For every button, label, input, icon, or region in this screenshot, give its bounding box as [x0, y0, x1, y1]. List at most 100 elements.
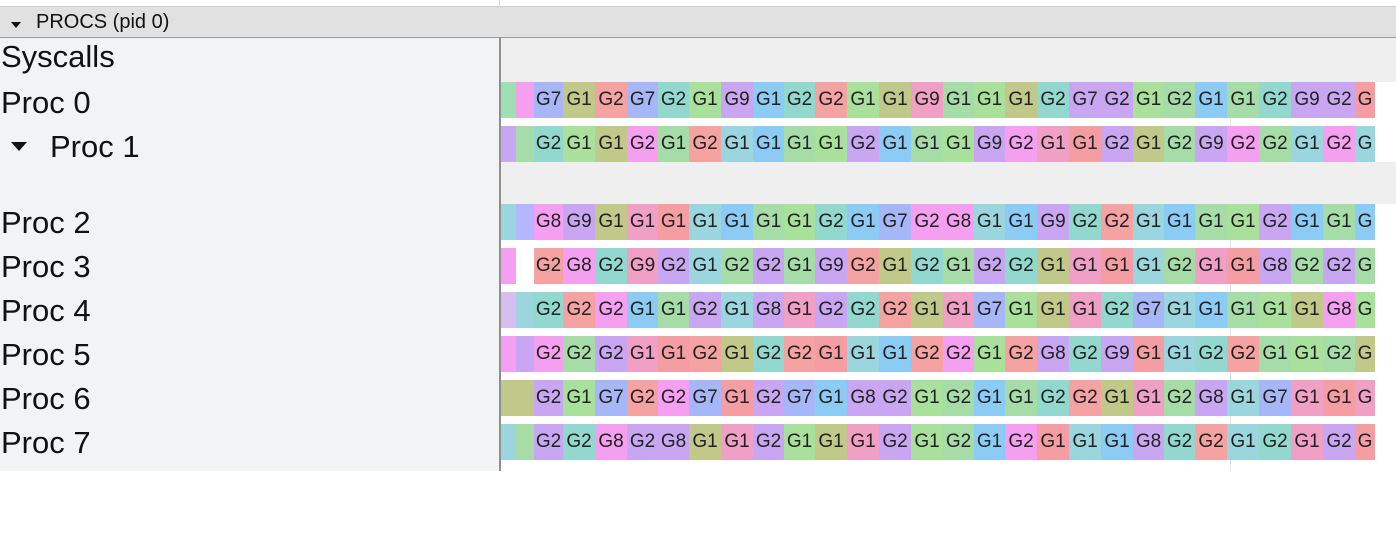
slice[interactable]: G1: [1323, 204, 1355, 240]
slice[interactable]: G2: [753, 248, 784, 284]
slice[interactable]: G1: [1227, 292, 1259, 328]
slice[interactable]: G2: [1005, 248, 1037, 284]
slice[interactable]: G1: [1259, 292, 1291, 328]
slice[interactable]: G1: [1133, 204, 1164, 240]
slice[interactable]: G1: [1037, 292, 1069, 328]
slice[interactable]: G1: [1005, 380, 1037, 416]
track-label[interactable]: Proc 2: [1, 205, 91, 241]
slice[interactable]: [516, 424, 534, 460]
slice[interactable]: G1: [1291, 292, 1323, 328]
slice[interactable]: G1: [815, 336, 847, 372]
slice[interactable]: G2: [879, 424, 911, 460]
slice[interactable]: G8: [1133, 424, 1164, 460]
slice[interactable]: G8: [1037, 336, 1069, 372]
slice[interactable]: G1: [1037, 424, 1069, 460]
slice[interactable]: G7: [1259, 380, 1291, 416]
slice[interactable]: G2: [1005, 336, 1037, 372]
slice[interactable]: G1: [1005, 204, 1037, 240]
slice[interactable]: G2: [1164, 424, 1195, 460]
slice[interactable]: G1: [595, 126, 627, 162]
slice[interactable]: G2: [1291, 248, 1323, 284]
slice[interactable]: G1: [1323, 380, 1355, 416]
slice[interactable]: G2: [1164, 248, 1195, 284]
slice[interactable]: G1: [721, 380, 753, 416]
slice[interactable]: G1: [1291, 380, 1323, 416]
slice[interactable]: G2: [911, 204, 943, 240]
slice[interactable]: G2: [847, 248, 879, 284]
slice[interactable]: G1: [974, 336, 1005, 372]
slice[interactable]: G2: [534, 248, 563, 284]
slice[interactable]: [501, 204, 516, 240]
slice[interactable]: G9: [563, 204, 595, 240]
slice[interactable]: G1: [753, 126, 784, 162]
track-label[interactable]: Syscalls: [1, 39, 115, 75]
slice[interactable]: G1: [1227, 248, 1259, 284]
slice[interactable]: G2: [563, 424, 595, 460]
slice[interactable]: G1: [1133, 248, 1164, 284]
slice[interactable]: G2: [534, 292, 563, 328]
slice[interactable]: G1: [721, 204, 753, 240]
slice[interactable]: G1: [815, 126, 847, 162]
slice[interactable]: G1: [815, 424, 847, 460]
slice[interactable]: G2: [784, 82, 815, 118]
slice[interactable]: G1: [1291, 424, 1323, 460]
slice[interactable]: G2: [1101, 204, 1133, 240]
slice[interactable]: G1: [847, 336, 879, 372]
slice[interactable]: G1: [1101, 248, 1133, 284]
slice[interactable]: [501, 380, 516, 416]
collapse-triangle-icon[interactable]: [11, 22, 21, 28]
slice[interactable]: G1: [974, 380, 1005, 416]
slice[interactable]: G1: [879, 336, 911, 372]
slice[interactable]: G1: [658, 292, 689, 328]
slice[interactable]: G1: [1133, 336, 1164, 372]
slice[interactable]: G1: [721, 292, 753, 328]
slice[interactable]: G8: [1259, 248, 1291, 284]
slice[interactable]: [501, 126, 516, 162]
slice[interactable]: G2: [534, 126, 563, 162]
slice[interactable]: G1: [1133, 126, 1164, 162]
slice[interactable]: G1: [943, 292, 974, 328]
slice[interactable]: G2: [1164, 82, 1195, 118]
slice[interactable]: G2: [563, 336, 595, 372]
slice[interactable]: G9: [1291, 82, 1323, 118]
slice[interactable]: G8: [658, 424, 689, 460]
slice[interactable]: G2: [1005, 126, 1037, 162]
slice[interactable]: G2: [1323, 424, 1355, 460]
slice[interactable]: [516, 82, 534, 118]
slice[interactable]: G1: [1101, 424, 1133, 460]
timeline-area[interactable]: G7 G1 G2 G7 G2 G1 G9 G1 G2 G2 G1 G1 G9 G1 G1 G1 G2 G7 G2 G1…: [501, 38, 1396, 471]
slice[interactable]: G1: [1069, 424, 1101, 460]
slice[interactable]: G2: [1227, 126, 1259, 162]
slice[interactable]: G1: [1291, 336, 1323, 372]
slice[interactable]: [501, 82, 516, 118]
slice[interactable]: G1: [1133, 380, 1164, 416]
slice[interactable]: G9: [974, 126, 1005, 162]
slice[interactable]: G2: [595, 248, 627, 284]
slice[interactable]: G1: [563, 380, 595, 416]
slice[interactable]: G2: [943, 336, 974, 372]
slice[interactable]: G1: [1069, 126, 1101, 162]
slice[interactable]: G1: [911, 292, 943, 328]
track-label[interactable]: Proc 1: [50, 129, 140, 165]
track-label[interactable]: Proc 6: [1, 381, 91, 417]
slice[interactable]: G2: [1227, 336, 1259, 372]
slice[interactable]: G: [1355, 380, 1375, 416]
slice[interactable]: G9: [815, 248, 847, 284]
slice[interactable]: G1: [847, 82, 879, 118]
slice[interactable]: G1: [1005, 82, 1037, 118]
slice[interactable]: G1: [563, 126, 595, 162]
slice[interactable]: G2: [1323, 248, 1355, 284]
slice[interactable]: G2: [689, 292, 721, 328]
slice[interactable]: G2: [815, 292, 847, 328]
slice[interactable]: G1: [847, 424, 879, 460]
slice[interactable]: G1: [1195, 292, 1227, 328]
slice[interactable]: G1: [879, 248, 911, 284]
slice[interactable]: G1: [1101, 380, 1133, 416]
slice[interactable]: G1: [1195, 82, 1227, 118]
slice[interactable]: G2: [595, 292, 627, 328]
slice[interactable]: G8: [943, 204, 974, 240]
slice[interactable]: G1: [658, 336, 689, 372]
slice[interactable]: G1: [1195, 204, 1227, 240]
slice[interactable]: G2: [943, 424, 974, 460]
slice[interactable]: G1: [753, 204, 784, 240]
